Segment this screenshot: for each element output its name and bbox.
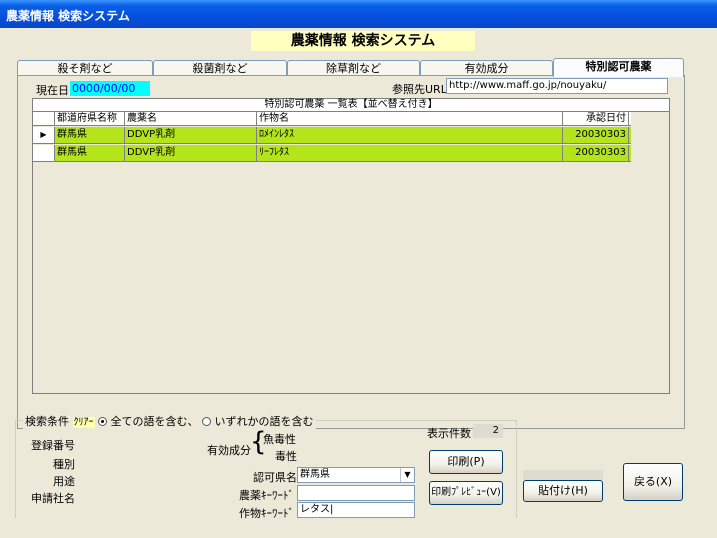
cell-approval-date[interactable]: 20030303 xyxy=(563,145,629,161)
window-title: 農薬情報 検索システム xyxy=(0,0,717,28)
tab-special-approval[interactable]: 特別認可農薬 xyxy=(553,58,684,77)
use-label: 用途 xyxy=(53,475,75,488)
crop-keyword-input[interactable]: レタス| xyxy=(297,502,415,518)
url-label: 参照先URL xyxy=(392,83,447,96)
print-preview-button[interactable]: 印刷ﾌﾟﾚﾋﾞｭｰ(V) xyxy=(429,481,503,505)
col-crop[interactable]: 作物名 xyxy=(257,112,563,125)
radio-all-label: 全ての語を含む、 xyxy=(110,415,199,428)
tab-fungicide[interactable]: 殺菌剤など xyxy=(153,60,287,76)
tab-panel: 現在日 0000/00/00 参照先URL http://www.maff.go… xyxy=(17,75,685,429)
col-prefecture[interactable]: 都道府県名称 xyxy=(55,112,125,125)
crop-keyword-label: 作物ｷｰﾜｰﾄﾞ xyxy=(239,507,294,520)
search-group-label: 検索条件 ｸﾘｱｰ 全ての語を含む、 いずれかの語を含む xyxy=(23,413,316,429)
radio-any-words[interactable] xyxy=(202,417,211,426)
pref-select[interactable]: 群馬県 ▼ xyxy=(297,467,415,483)
fish-toxicity-label: 魚毒性 xyxy=(263,433,296,446)
tab-rodenticide[interactable]: 殺そ剤など xyxy=(17,60,153,76)
search-group-title: 検索条件 xyxy=(25,415,69,428)
active-ingredient-label: 有効成分 xyxy=(207,444,251,457)
url-field[interactable]: http://www.maff.go.jp/nouyaku/ xyxy=(446,78,668,94)
grid-header: 都道府県名称 農薬名 作物名 承認日付 xyxy=(33,112,631,126)
table-row[interactable]: ▶ 群馬県 DDVP乳剤 ﾛﾒｲﾝﾚﾀｽ 20030303 xyxy=(33,127,631,144)
cell-crop[interactable]: ﾛﾒｲﾝﾚﾀｽ xyxy=(257,127,563,143)
pref-select-value: 群馬県 xyxy=(300,469,330,480)
tab-herbicide[interactable]: 除草剤など xyxy=(287,60,420,76)
print-button[interactable]: 印刷(P) xyxy=(429,450,503,474)
clear-button[interactable]: ｸﾘｱｰ xyxy=(72,417,95,428)
cell-approval-date[interactable]: 20030303 xyxy=(563,127,629,143)
reg-no-label: 登録番号 xyxy=(31,439,75,452)
tab-active-ingredient[interactable]: 有効成分 xyxy=(420,60,553,76)
cell-crop[interactable]: ﾘｰﾌﾚﾀｽ xyxy=(257,145,563,161)
chevron-down-icon[interactable]: ▼ xyxy=(400,468,414,482)
type-label: 種別 xyxy=(53,458,75,471)
paste-indicator xyxy=(523,470,603,480)
row-selector[interactable] xyxy=(33,145,55,161)
paste-button[interactable]: 貼付け(H) xyxy=(523,480,603,502)
cell-pesticide[interactable]: DDVP乳剤 xyxy=(125,127,257,143)
count-label: 表示件数 xyxy=(427,427,471,440)
back-button[interactable]: 戻る(X) xyxy=(623,463,683,501)
tab-strip: 殺そ剤など 殺菌剤など 除草剤など 有効成分 特別認可農薬 xyxy=(17,58,685,77)
col-approval-date[interactable]: 承認日付 xyxy=(563,112,629,125)
window-body: 農薬情報 検索システム 殺そ剤など 殺菌剤など 除草剤など 有効成分 特別認可農… xyxy=(3,28,714,520)
grid-caption: 特別認可農薬 一覧表【並べ替え付き】 xyxy=(33,99,669,112)
radio-all-words[interactable] xyxy=(98,417,107,426)
keyword-input[interactable] xyxy=(297,485,415,501)
keyword-label: 農薬ｷｰﾜｰﾄﾞ xyxy=(239,489,294,502)
applicant-label: 申請社名 xyxy=(31,492,75,505)
cell-pesticide[interactable]: DDVP乳剤 xyxy=(125,145,257,161)
count-value: 2 xyxy=(473,424,503,438)
cell-prefecture[interactable]: 群馬県 xyxy=(55,127,125,143)
table-row[interactable]: 群馬県 DDVP乳剤 ﾘｰﾌﾚﾀｽ 20030303 xyxy=(33,145,631,162)
row-selector-header xyxy=(33,112,55,125)
app-banner: 農薬情報 検索システム xyxy=(251,31,475,51)
cell-prefecture[interactable]: 群馬県 xyxy=(55,145,125,161)
date-label: 現在日 xyxy=(36,84,69,97)
toxicity-label: 毒性 xyxy=(275,450,297,463)
date-field[interactable]: 0000/00/00 xyxy=(70,81,150,96)
row-pointer-icon[interactable]: ▶ xyxy=(33,127,55,143)
pref-label: 認可県名 xyxy=(253,471,297,484)
results-grid: 特別認可農薬 一覧表【並べ替え付き】 都道府県名称 農薬名 作物名 承認日付 ▶… xyxy=(32,98,670,394)
col-pesticide[interactable]: 農薬名 xyxy=(125,112,257,125)
